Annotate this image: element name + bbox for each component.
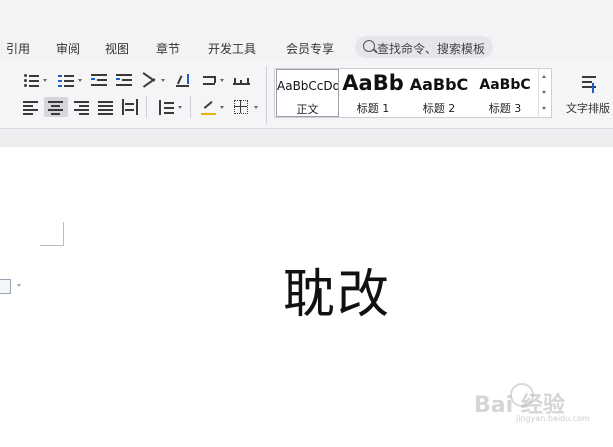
- toolbar-divider: [190, 96, 191, 118]
- menu-bar: 引用 审阅 视图 章节 开发工具 会员专享: [0, 34, 613, 60]
- toolbar-divider: [146, 96, 147, 118]
- increase-indent-icon[interactable]: [115, 72, 133, 88]
- style-label: 标题 3: [488, 102, 522, 115]
- text-layout-icon: [582, 74, 598, 94]
- show-marks-icon[interactable]: [200, 72, 218, 88]
- sort-icon[interactable]: [174, 72, 192, 88]
- chevron-down-icon[interactable]: [43, 79, 47, 82]
- style-normal[interactable]: AaBbCcDd 正文: [276, 69, 339, 117]
- style-sample: AaBb: [342, 71, 404, 95]
- watermark: Bai 经验 jingyan.baidu.com: [474, 383, 613, 423]
- style-heading-1[interactable]: AaBb 标题 1: [341, 69, 405, 117]
- command-search[interactable]: 查找命令、搜索模板: [355, 36, 493, 58]
- style-label: 正文: [296, 103, 319, 116]
- menu-member[interactable]: 会员专享: [286, 40, 334, 57]
- menu-chapter[interactable]: 章节: [156, 40, 180, 57]
- chevron-up-icon[interactable]: [542, 75, 546, 78]
- gallery-scroll: [538, 69, 551, 117]
- style-label: 标题 2: [422, 102, 456, 115]
- text-layout-button[interactable]: 文字排版: [560, 70, 613, 118]
- menu-developer-tools[interactable]: 开发工具: [208, 40, 256, 57]
- distributed-align-icon[interactable]: [121, 99, 139, 115]
- borders-icon[interactable]: [232, 99, 250, 115]
- expand-gallery-icon[interactable]: [542, 107, 546, 110]
- bullet-list-icon[interactable]: [22, 72, 40, 88]
- chevron-down-icon[interactable]: [78, 79, 82, 82]
- align-left-icon[interactable]: [22, 99, 40, 115]
- style-heading-3[interactable]: AaBbC 标题 3: [473, 69, 537, 117]
- numbered-list-icon[interactable]: [57, 72, 75, 88]
- styles-gallery: AaBbCcDd 正文 AaBb 标题 1 AaBbC 标题 2 AaBbC 标…: [274, 68, 552, 118]
- margin-corner-mark: [40, 245, 64, 246]
- style-label: 标题 1: [356, 102, 390, 115]
- workspace-gap: [0, 129, 613, 147]
- text-layout-label: 文字排版: [566, 102, 610, 115]
- margin-corner-mark: [63, 222, 64, 246]
- chevron-down-icon[interactable]: [178, 106, 182, 109]
- ruler-icon[interactable]: [232, 72, 250, 88]
- search-placeholder: 查找命令、搜索模板: [377, 42, 486, 56]
- style-heading-2[interactable]: AaBbC 标题 2: [407, 69, 471, 117]
- chevron-down-icon[interactable]: [254, 106, 258, 109]
- menu-view[interactable]: 视图: [105, 40, 129, 57]
- menu-references[interactable]: 引用: [6, 40, 30, 57]
- align-center-icon[interactable]: [44, 97, 68, 117]
- style-sample: AaBbC: [479, 77, 531, 93]
- menu-review[interactable]: 审阅: [56, 40, 80, 57]
- paste-options-icon[interactable]: [0, 279, 11, 294]
- chevron-down-icon[interactable]: [17, 284, 21, 287]
- align-right-icon[interactable]: [73, 99, 91, 115]
- line-spacing-icon[interactable]: [157, 99, 175, 115]
- chinese-layout-icon[interactable]: [141, 72, 159, 88]
- style-sample: AaBbC: [409, 75, 469, 94]
- search-icon: [363, 40, 375, 52]
- document-text[interactable]: 耽改: [283, 252, 391, 327]
- decrease-indent-icon[interactable]: [90, 72, 108, 88]
- group-divider: [266, 66, 267, 124]
- title-bar: [0, 0, 613, 35]
- chevron-down-icon[interactable]: [542, 91, 546, 94]
- shading-icon[interactable]: [200, 99, 218, 115]
- watermark-subtext: jingyan.baidu.com: [516, 414, 590, 423]
- chevron-down-icon[interactable]: [161, 79, 165, 82]
- chevron-down-icon[interactable]: [220, 79, 224, 82]
- chevron-down-icon[interactable]: [220, 106, 224, 109]
- style-sample: AaBbCcDd: [277, 79, 339, 93]
- justify-icon[interactable]: [97, 99, 115, 115]
